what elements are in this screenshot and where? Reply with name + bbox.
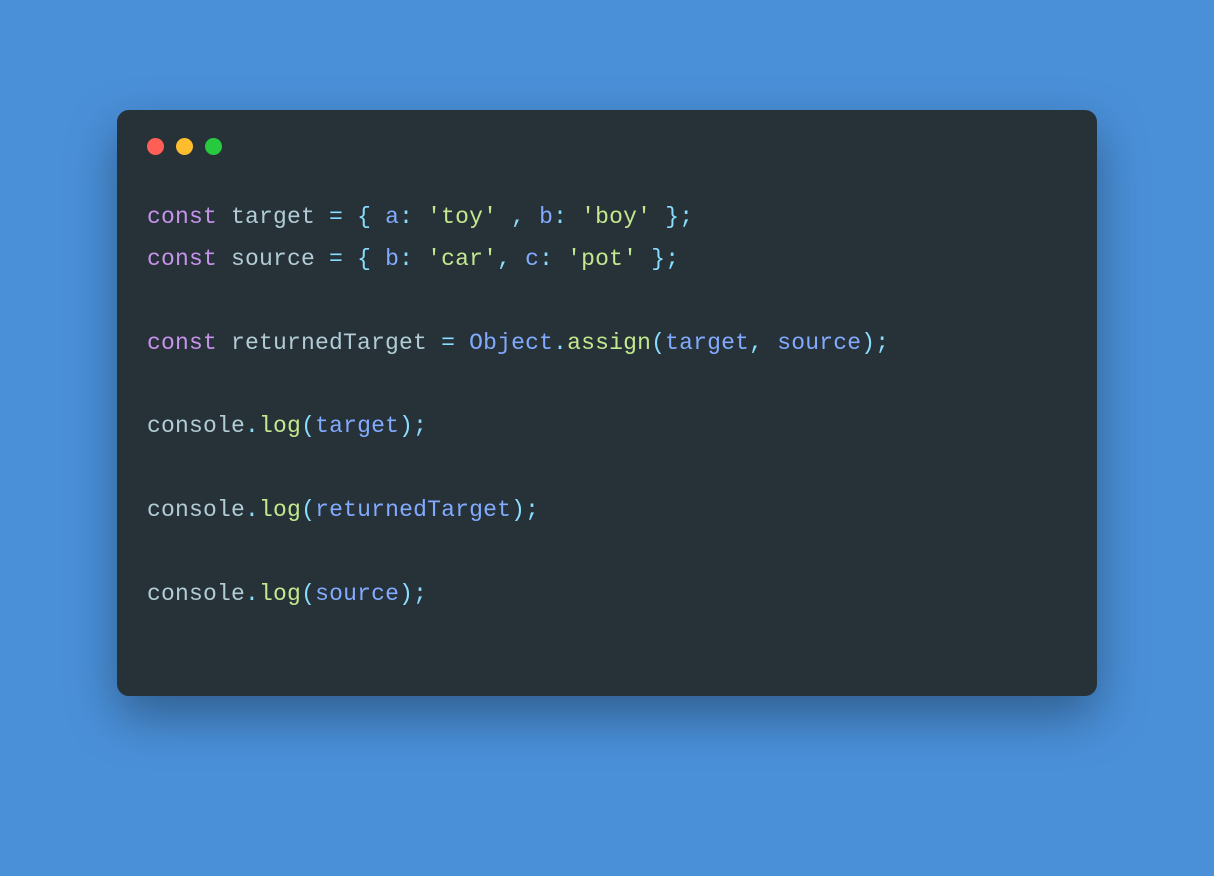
code-token: .: [553, 330, 567, 356]
code-token: );: [399, 581, 427, 607]
code-token: 'pot': [567, 246, 637, 272]
code-token: :: [539, 246, 567, 272]
code-token: log: [259, 497, 301, 523]
code-token: target: [231, 204, 315, 230]
minimize-icon[interactable]: [176, 138, 193, 155]
code-token: const: [147, 246, 217, 272]
code-token: target: [665, 330, 749, 356]
code-token: assign: [567, 330, 651, 356]
code-token: const: [147, 330, 217, 356]
code-editor[interactable]: const target = { a: 'toy' , b: 'boy' }; …: [147, 197, 1067, 616]
code-token: log: [259, 581, 301, 607]
code-token: (: [301, 497, 315, 523]
code-token: a: [385, 204, 399, 230]
code-token: {: [357, 204, 385, 230]
code-token: 'boy': [581, 204, 651, 230]
code-token: :: [399, 246, 427, 272]
window-titlebar: [147, 138, 1067, 155]
code-token: (: [301, 581, 315, 607]
code-token: console: [147, 413, 245, 439]
code-token: =: [315, 204, 357, 230]
code-token: 'car': [427, 246, 497, 272]
code-token: console: [147, 581, 245, 607]
code-token: source: [777, 330, 861, 356]
code-token: :: [553, 204, 581, 230]
code-token: ,: [749, 330, 777, 356]
code-token: b: [385, 246, 399, 272]
code-token: .: [245, 581, 259, 607]
zoom-icon[interactable]: [205, 138, 222, 155]
code-token: :: [399, 204, 427, 230]
code-token: ,: [497, 246, 525, 272]
code-token: );: [511, 497, 539, 523]
code-token: };: [637, 246, 679, 272]
code-token: log: [259, 413, 301, 439]
code-token: .: [245, 497, 259, 523]
code-token: );: [399, 413, 427, 439]
code-token: };: [651, 204, 693, 230]
code-token: c: [525, 246, 539, 272]
close-icon[interactable]: [147, 138, 164, 155]
code-token: (: [301, 413, 315, 439]
code-token: console: [147, 497, 245, 523]
code-token: b: [539, 204, 553, 230]
code-token: [217, 246, 231, 272]
code-token: (: [651, 330, 665, 356]
code-token: const: [147, 204, 217, 230]
code-token: returnedTarget: [231, 330, 427, 356]
code-token: =: [427, 330, 469, 356]
code-token: Object: [469, 330, 553, 356]
code-token: [217, 204, 231, 230]
code-token: target: [315, 413, 399, 439]
code-token: returnedTarget: [315, 497, 511, 523]
code-token: =: [315, 246, 357, 272]
code-token: {: [357, 246, 385, 272]
code-token: [217, 330, 231, 356]
code-token: .: [245, 413, 259, 439]
code-token: ,: [497, 204, 539, 230]
code-token: 'toy': [427, 204, 497, 230]
code-token: source: [315, 581, 399, 607]
code-token: );: [861, 330, 889, 356]
code-window: const target = { a: 'toy' , b: 'boy' }; …: [117, 110, 1097, 696]
code-token: source: [231, 246, 315, 272]
